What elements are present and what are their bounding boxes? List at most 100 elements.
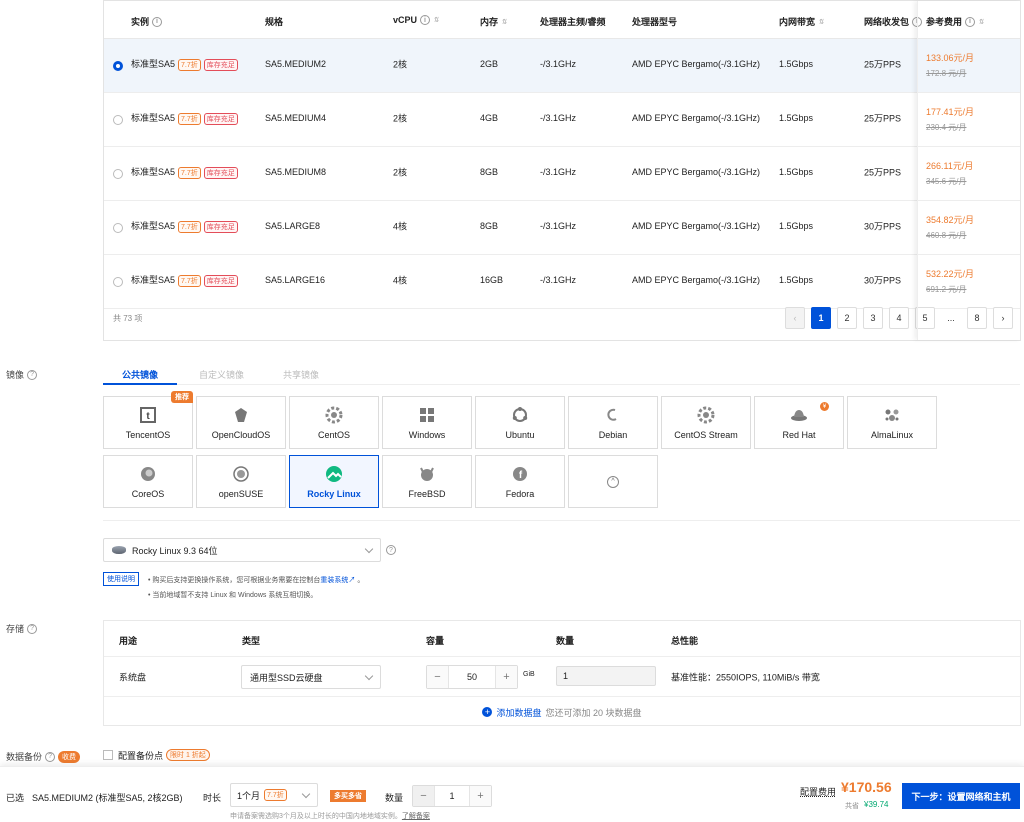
os-option-fedora[interactable]: f Fedora [475, 455, 565, 508]
discount-badge: 7.7折 [178, 113, 201, 126]
os-option-tencentos[interactable]: t TencentOS 推荐 [103, 391, 193, 449]
col-type: 类型 [242, 636, 261, 646]
disk-type-select[interactable]: 通用型SSD云硬盘 [241, 665, 381, 689]
os-name: Debian [598, 429, 628, 440]
instance-radio[interactable] [113, 60, 123, 71]
info-icon[interactable]: i [152, 16, 163, 27]
os-option-coreos[interactable]: CoreOS [103, 455, 193, 508]
red-hat-icon [790, 406, 808, 424]
page-3[interactable]: 3 [863, 307, 883, 329]
discount-badge: 7.7折 [178, 59, 201, 72]
help-icon[interactable]: ? [45, 751, 56, 762]
disk-size-stepper[interactable]: − 50 + [426, 665, 518, 689]
info-icon[interactable]: i [420, 15, 431, 25]
quantity-value[interactable]: 1 [435, 791, 469, 801]
os-option-ubuntu[interactable]: Ubuntu [475, 396, 565, 449]
os-version-value: Rocky Linux 9.3 64位 [132, 545, 218, 556]
storage-table: 用途 类型 容量 数量 总性能 系统盘 通用型SSD云硬盘 − 50 + GiB… [103, 620, 1021, 726]
filing-link[interactable]: 了解备案 [402, 813, 430, 820]
tab-custom-image[interactable]: 自定义镜像 [199, 368, 244, 381]
instance-cpu-model: AMD EPYC Bergamo(-/3.1GHz) [632, 221, 761, 232]
image-section-label: 镜像? [6, 368, 38, 381]
usage-guide-button[interactable]: 使用说明 [103, 572, 139, 586]
os-option-debian[interactable]: Debian [568, 396, 658, 449]
instance-vcpu: 2核 [393, 59, 408, 70]
save-label: 共省 [845, 803, 859, 810]
sort-icon[interactable]: ⇅ [433, 16, 439, 24]
page-1[interactable]: 1 [811, 307, 831, 329]
backup-section-label: 数据备份 ? 收费 [6, 750, 81, 763]
os-option-freebsd[interactable]: FreeBSD [382, 455, 472, 508]
stock-badge: 库存充足 [203, 221, 238, 234]
backup-checkbox[interactable] [103, 750, 113, 760]
instance-type: 标准型SA5 [131, 167, 176, 178]
instance-cpu-model: AMD EPYC Bergamo(-/3.1GHz) [632, 59, 761, 70]
next-step-button[interactable]: 下一步：设置网络和主机 [902, 783, 1020, 809]
os-version-select[interactable]: Rocky Linux 9.3 64位 [103, 538, 381, 562]
sort-icon[interactable]: ⇅ [501, 18, 507, 26]
os-name: FreeBSD [408, 488, 446, 499]
discount-badge: 7.7折 [178, 167, 201, 180]
os-name: CentOS [317, 429, 350, 440]
add-data-disk[interactable]: + 添加数据盘 您还可添加 20 块数据盘 [104, 697, 1020, 727]
disk-size-value[interactable]: 50 [449, 672, 495, 682]
backup-promo-badge: 限时 1 折起 [166, 749, 210, 761]
svg-text:t: t [146, 411, 150, 422]
increment-button[interactable]: + [469, 786, 491, 806]
decrement-button[interactable]: − [427, 666, 449, 688]
instance-pps: 30万PPS [864, 221, 902, 232]
chevron-down-icon [301, 789, 311, 799]
discount-badge: 7.7折 [178, 275, 201, 288]
sort-icon[interactable]: ⇅ [818, 18, 824, 26]
table-footer: 共 73 项 ‹ 1 2 3 4 5 ... 8 › [104, 297, 1020, 341]
instance-row[interactable]: 标准型SA5 7.7折 库存充足 SA5.MEDIUM4 2核 4GB -/3.1GHz AM… [104, 93, 1020, 147]
prev-page-button[interactable]: ‹ [785, 307, 805, 329]
os-option-opencloudos[interactable]: OpenCloudOS [196, 396, 286, 449]
os-option-windows[interactable]: Windows [382, 396, 472, 449]
instance-memory: 16GB [480, 275, 504, 286]
instance-row[interactable]: 标准型SA5 7.7折 库存充足 SA5.MEDIUM2 2核 2GB -/3.1GHz AM… [104, 39, 1020, 93]
recommended-badge: 推荐 [171, 391, 193, 403]
help-icon[interactable]: ? [27, 623, 38, 634]
paid-icon: ¥ [820, 402, 829, 411]
instance-vcpu: 2核 [393, 113, 408, 124]
page-2[interactable]: 2 [837, 307, 857, 329]
instance-radio[interactable] [113, 222, 123, 233]
os-option-almalinux[interactable]: AlmaLinux [847, 396, 937, 449]
os-name: CoreOS [131, 488, 165, 499]
instance-cpu-model: AMD EPYC Bergamo(-/3.1GHz) [632, 167, 761, 178]
instance-vcpu: 2核 [393, 167, 408, 178]
collapse-os-button[interactable]: ^ [568, 455, 658, 508]
instance-radio[interactable] [113, 276, 123, 287]
os-name: openSUSE [218, 488, 264, 499]
duration-select[interactable]: 1个月 7.7折 [230, 783, 318, 807]
help-icon[interactable]: ? [386, 545, 396, 555]
decrement-button[interactable]: − [413, 786, 435, 806]
quantity-stepper[interactable]: − 1 + [412, 785, 492, 807]
chevron-down-icon [364, 544, 374, 554]
backup-checkbox-label[interactable]: 配置备份点 [118, 749, 163, 762]
fee-label[interactable]: 配置费用 [800, 785, 836, 798]
instance-radio[interactable] [113, 114, 123, 125]
page-4[interactable]: 4 [889, 307, 909, 329]
tab-public-image[interactable]: 公共镜像 [122, 368, 158, 381]
instance-row[interactable]: 标准型SA5 7.7折 库存充足 SA5.MEDIUM8 2核 8GB -/3.1GHz AM… [104, 147, 1020, 201]
os-option-rocky-linux[interactable]: Rocky Linux [289, 455, 379, 508]
instance-row[interactable]: 标准型SA5 7.7折 库存充足 SA5.LARGE8 4核 8GB -/3.1GHz AMD… [104, 201, 1020, 255]
add-data-disk-link[interactable]: 添加数据盘 [496, 706, 541, 719]
reinstall-link[interactable]: 重装系统 [320, 577, 348, 584]
col-cpu-freq: 处理器主频/睿频 [540, 17, 606, 27]
centos-stream-icon [697, 406, 715, 424]
instance-spec: SA5.LARGE8 [265, 221, 321, 232]
tab-shared-image[interactable]: 共享镜像 [283, 368, 319, 381]
os-option-opensuse[interactable]: openSUSE [196, 455, 286, 508]
os-option-centos[interactable]: CentOS [289, 396, 379, 449]
os-option-centos-stream[interactable]: CentOS Stream [661, 396, 751, 449]
help-icon[interactable]: ? [27, 369, 38, 380]
instance-cpu-freq: -/3.1GHz [540, 113, 577, 124]
increment-button[interactable]: + [495, 666, 517, 688]
instance-radio[interactable] [113, 168, 123, 179]
instance-bandwidth: 1.5Gbps [779, 59, 814, 70]
os-option-red-hat[interactable]: Red Hat ¥ [754, 396, 844, 449]
freebsd-icon [418, 465, 436, 483]
